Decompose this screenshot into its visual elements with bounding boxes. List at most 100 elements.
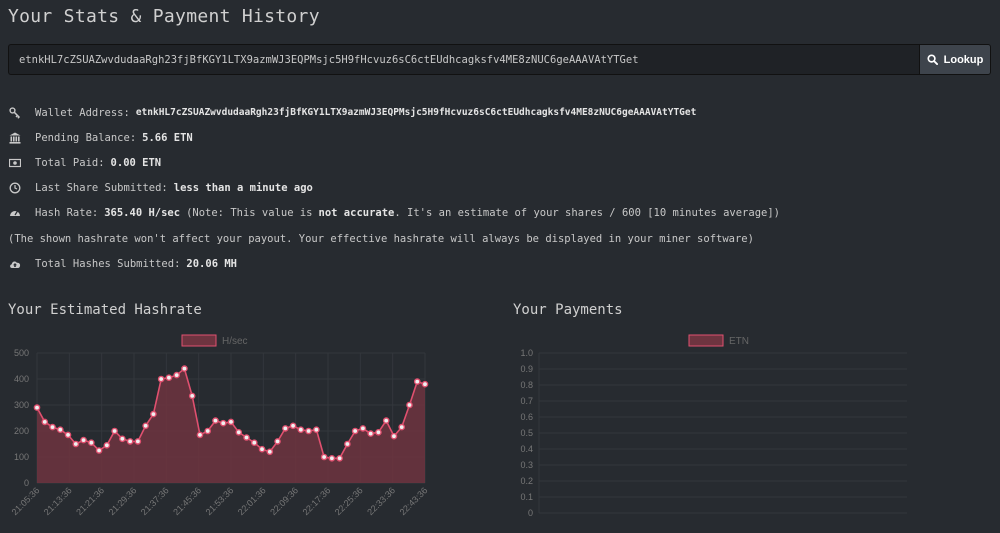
hashrate-point	[72, 440, 80, 448]
wallet-address-input[interactable]	[8, 44, 919, 75]
hashrate-point	[390, 432, 398, 440]
hashrate-point	[33, 404, 41, 411]
last-share-label: Last Share Submitted:	[35, 182, 168, 195]
hashrate-point	[95, 447, 103, 454]
y-tick-label: 300	[14, 400, 29, 410]
legend-label-hashrate: H/sec	[222, 336, 248, 347]
hashrate-point	[367, 430, 374, 437]
lookup-button[interactable]: Lookup	[919, 44, 991, 75]
hashrate-point	[56, 426, 64, 433]
last-share-value: less than a minute ago	[173, 182, 313, 195]
pending-balance-row: Pending Balance: 5.66 ETN	[8, 125, 998, 150]
hashrate-point	[142, 422, 149, 430]
hashrate-point	[165, 374, 173, 382]
hashrate-point	[320, 453, 328, 461]
hashrate-point	[250, 439, 258, 446]
hashrate-point	[266, 448, 274, 456]
hashrate-point	[282, 425, 289, 432]
hashrate-point	[188, 392, 196, 400]
x-tick-label: 21:29:36	[107, 485, 139, 517]
key-icon	[8, 106, 22, 119]
y-tick-label: 0.1	[520, 492, 533, 502]
hashrate-point	[235, 429, 243, 436]
hashrate-point	[258, 445, 266, 453]
hashrate-point	[150, 410, 157, 418]
y-tick-label: 100	[14, 452, 29, 462]
hashrate-point	[49, 423, 56, 431]
hash-rate-disclaimer-row: (The shown hashrate won't affect your pa…	[8, 226, 998, 251]
hashrate-point	[297, 426, 305, 433]
bank-icon	[8, 132, 22, 144]
stats-panel: Wallet Address: etnkHL7cZSUAZwvdudaaRgh2…	[8, 100, 998, 276]
hashrate-point	[227, 418, 235, 426]
hash-rate-row: Hash Rate: 365.40 H/sec (Note: This valu…	[8, 201, 998, 226]
payments-section-title: Your Payments	[513, 302, 623, 318]
hashrate-point	[398, 423, 406, 431]
hashrate-point	[111, 427, 118, 435]
hashrate-point	[421, 380, 429, 388]
x-tick-label: 21:13:36	[42, 485, 74, 517]
hashrate-section-title: Your Estimated Hashrate	[8, 302, 202, 318]
money-icon	[8, 157, 22, 169]
last-share-row: Last Share Submitted: less than a minute…	[8, 176, 998, 201]
page-title: Your Stats & Payment History	[8, 6, 320, 27]
hashrate-point	[64, 431, 72, 439]
total-paid-row: Total Paid: 0.00 ETN	[8, 150, 998, 175]
hashrate-point	[204, 427, 212, 435]
hashrate-point	[212, 417, 219, 424]
total-paid-value: 0.00 ETN	[110, 156, 162, 169]
x-tick-label: 21:05:36	[10, 485, 42, 517]
hashrate-point	[375, 429, 382, 436]
hashrate-point	[313, 426, 320, 433]
hashrate-point	[173, 371, 180, 379]
y-tick-label: 500	[14, 348, 29, 358]
y-tick-label: 0.6	[520, 412, 533, 422]
y-tick-label: 0.4	[520, 444, 533, 454]
hashrate-point	[134, 438, 142, 445]
y-tick-label: 400	[14, 374, 29, 384]
legend-swatch-hashrate	[181, 334, 217, 347]
hashrate-point	[382, 417, 390, 424]
x-tick-label: 22:09:36	[268, 485, 300, 517]
x-tick-label: 21:53:36	[204, 485, 236, 517]
hashrate-point	[413, 378, 421, 385]
x-tick-label: 22:33:36	[365, 485, 397, 517]
y-tick-label: 0.8	[520, 380, 533, 390]
wallet-lookup-bar: Lookup	[8, 44, 991, 75]
hash-rate-disclaimer: (The shown hashrate won't affect your pa…	[8, 232, 754, 245]
wallet-address-label: Wallet Address:	[35, 106, 130, 119]
x-tick-label: 22:01:36	[236, 485, 268, 517]
hashrate-point	[126, 438, 134, 445]
hash-rate-note-suffix: . It's an estimate of your shares / 600 …	[394, 207, 780, 220]
hashrate-point	[41, 418, 49, 426]
total-hashes-value: 20.06 MH	[186, 257, 237, 270]
legend-label-payments: ETN	[729, 336, 749, 347]
total-hashes-label: Total Hashes Submitted:	[35, 257, 181, 270]
hashrate-point	[80, 436, 87, 444]
y-tick-label: 1.0	[520, 348, 533, 358]
y-tick-label: 0	[528, 508, 533, 518]
hashrate-point	[305, 427, 312, 435]
hashrate-point	[336, 455, 343, 462]
hashrate-point	[289, 422, 297, 430]
lookup-button-label: Lookup	[943, 53, 984, 66]
hashrate-point	[157, 375, 165, 383]
cloud-upload-icon	[8, 258, 22, 270]
x-tick-label: 22:17:36	[301, 485, 333, 517]
hashrate-point	[406, 401, 413, 409]
y-tick-label: 0	[24, 478, 29, 488]
y-tick-label: 0.2	[520, 476, 533, 486]
hashrate-chart: H/sec010020030040050021:05:36 21:13:36 21:…	[10, 334, 429, 517]
hashrate-point	[119, 435, 126, 443]
hashrate-point	[351, 427, 359, 435]
hashrate-point	[219, 419, 227, 427]
wallet-address-row: Wallet Address: etnkHL7cZSUAZwvdudaaRgh2…	[8, 100, 998, 125]
y-tick-label: 0.3	[520, 460, 533, 470]
hash-rate-note-prefix: (Note: This value is	[186, 207, 313, 220]
x-tick-label: 21:21:36	[74, 485, 106, 517]
hashrate-point	[196, 431, 204, 439]
hashrate-point	[328, 455, 336, 462]
hashrate-point	[243, 434, 250, 441]
total-paid-label: Total Paid:	[35, 156, 105, 169]
hashrate-point	[103, 442, 111, 449]
